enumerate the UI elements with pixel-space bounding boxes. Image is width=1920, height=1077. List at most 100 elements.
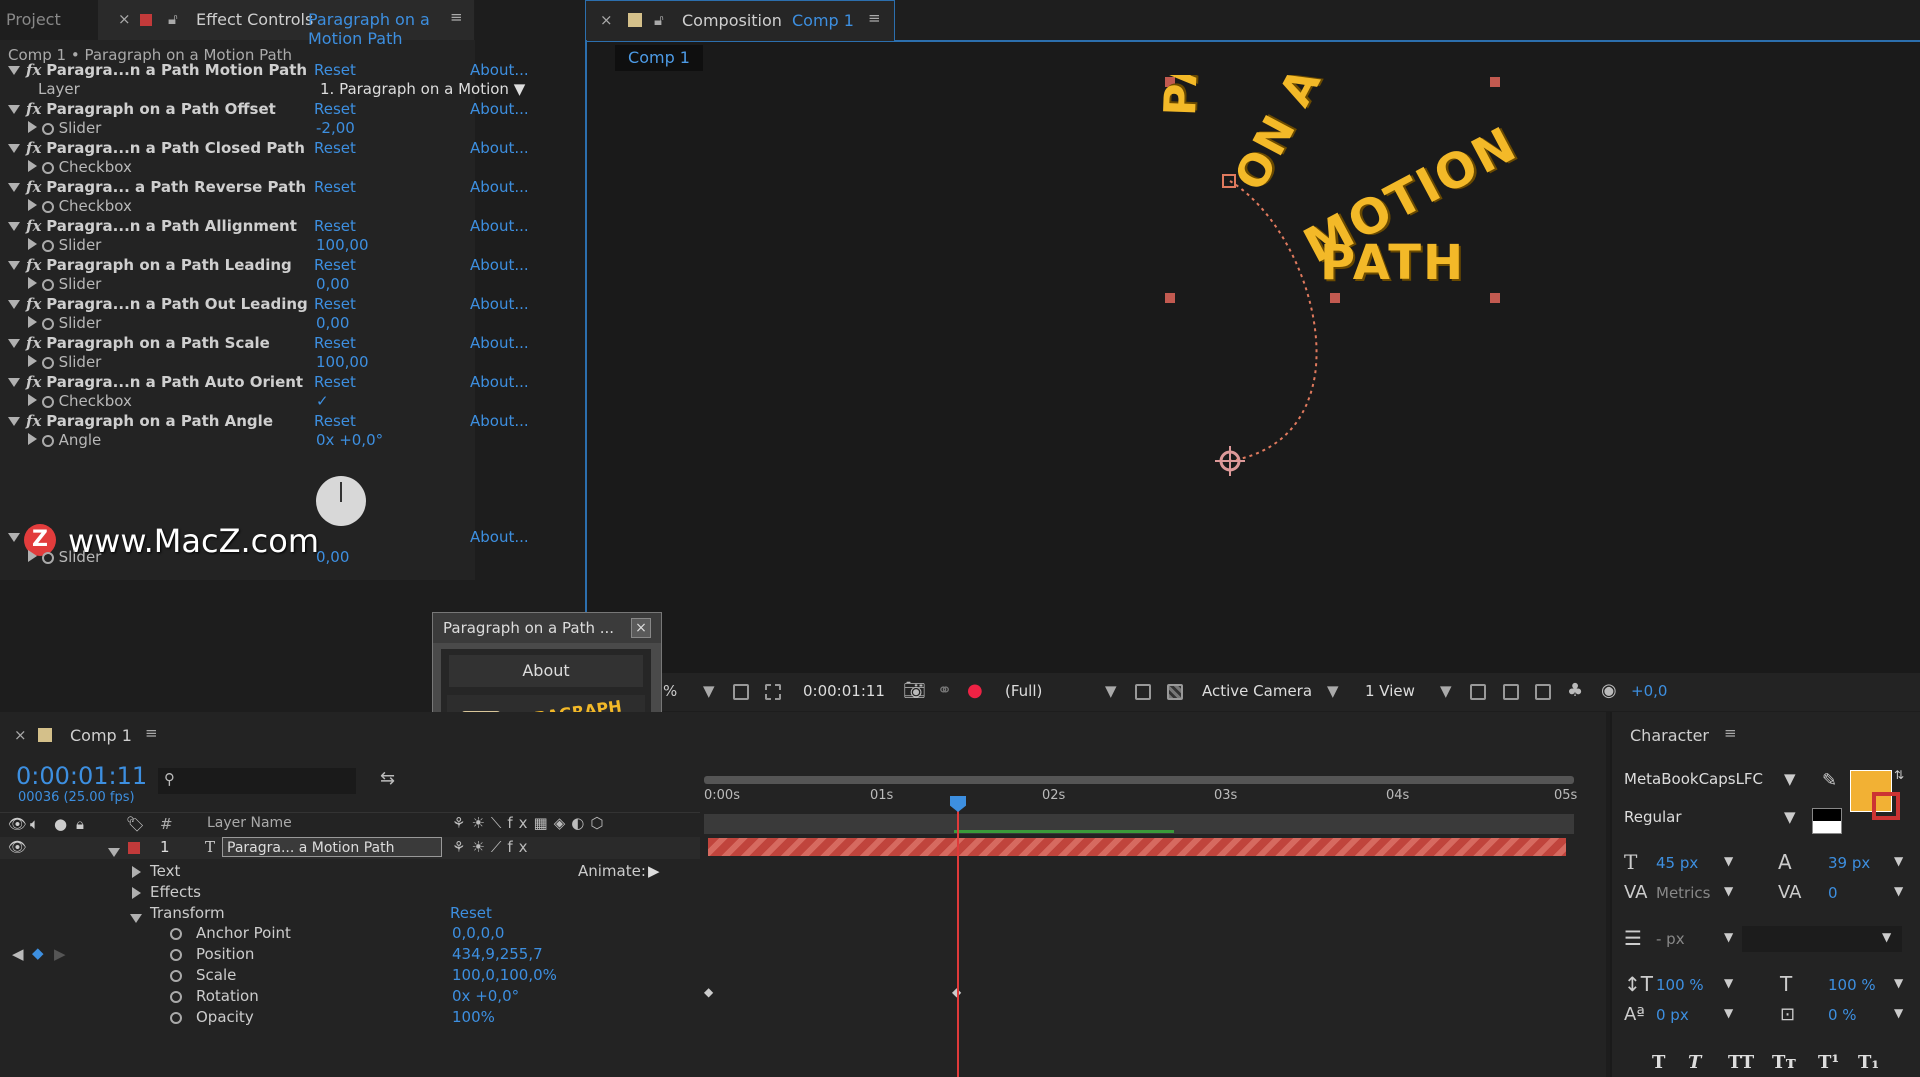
close-icon[interactable]: ×	[118, 10, 131, 28]
stopwatch-icon[interactable]	[41, 551, 54, 564]
show-snapshot-icon[interactable]: ⚭	[937, 680, 952, 701]
kerning-value[interactable]: Metrics	[1656, 884, 1710, 902]
property-value[interactable]: 100,00	[316, 353, 369, 372]
fx-icon[interactable]: fx	[26, 373, 41, 391]
stopwatch-icon[interactable]	[41, 356, 54, 369]
stopwatch-icon[interactable]	[41, 200, 54, 213]
timeline-current-time[interactable]: 0:00:01:11	[16, 762, 147, 790]
time-ruler[interactable]: 0:00s 01s 02s 03s 04s 05s	[704, 788, 1577, 814]
transparency-grid-icon[interactable]	[765, 684, 781, 700]
swap-colors-icon[interactable]: ⇅	[1894, 768, 1904, 782]
lock-icon[interactable]: 🔒︎	[76, 815, 84, 833]
layer-color-swatch[interactable]	[128, 842, 140, 854]
slider-value[interactable]: 0,00	[316, 548, 349, 567]
current-time[interactable]: 0:00:01:11	[803, 682, 885, 700]
property-value[interactable]: 0,00	[316, 314, 349, 333]
tracking-value[interactable]: 0	[1828, 884, 1838, 902]
effect-row[interactable]: fx Paragra...n a Path Motion Path Reset Ab…	[0, 61, 529, 80]
eye-icon[interactable]: 👁︎	[8, 815, 27, 833]
stopwatch-icon[interactable]	[41, 161, 54, 174]
layer-row[interactable]: 👁︎ 1 T Paragra... a Motion Path ⚘☀⟋fx	[0, 837, 700, 859]
lock-icon[interactable]: 🔓︎	[654, 11, 664, 29]
fx-icon[interactable]: fx	[26, 178, 41, 196]
stopwatch-icon[interactable]	[170, 1012, 182, 1024]
property-value[interactable]: 434,9,255,7	[452, 945, 543, 963]
composition-tab[interactable]: × 🔓︎ Composition Comp 1 ≡	[585, 0, 895, 41]
stopwatch-icon[interactable]	[170, 970, 182, 982]
layer-duration-bar[interactable]	[708, 838, 1566, 856]
snapshot-camera-icon[interactable]: 📷︎	[903, 680, 926, 701]
font-family-dropdown[interactable]: MetaBookCapsLFC ▼	[1624, 770, 1804, 796]
expand-triangle-icon[interactable]	[8, 222, 20, 231]
next-keyframe-icon[interactable]: ▶	[54, 945, 66, 963]
chevron-down-icon[interactable]: ▼	[1894, 976, 1903, 990]
comp-flowchart-icon[interactable]: ⇆	[380, 768, 395, 789]
about-link[interactable]: About...	[470, 139, 529, 158]
about-link[interactable]: About...	[470, 178, 529, 197]
chevron-down-icon[interactable]: ▼	[1894, 854, 1903, 868]
expand-triangle-icon[interactable]	[8, 533, 20, 542]
color-channel-icon[interactable]: ●	[967, 680, 983, 701]
property-value[interactable]: 0x +0,0°	[452, 987, 519, 1005]
toggle-pixel-aspect-icon[interactable]	[1470, 684, 1486, 700]
expand-triangle-icon[interactable]	[28, 121, 37, 133]
prev-keyframe-icon[interactable]: ◀	[12, 945, 24, 963]
fx-icon[interactable]: fx	[26, 61, 41, 79]
expand-triangle-icon[interactable]	[28, 550, 37, 562]
panel-menu-icon[interactable]: ≡	[1724, 724, 1737, 742]
faux-italic-button[interactable]: T	[1688, 1052, 1701, 1073]
subscript-button[interactable]: T₁	[1858, 1052, 1879, 1073]
stopwatch-icon[interactable]	[41, 395, 54, 408]
fx-icon[interactable]: fx	[26, 295, 41, 313]
baseline-shift-value[interactable]: 0 px	[1656, 1006, 1689, 1024]
effect-row[interactable]: fx Paragra...n a Path Out Leading Reset Ab…	[0, 295, 529, 314]
close-icon[interactable]: ×	[600, 11, 613, 29]
fx-icon[interactable]: fx	[26, 256, 41, 274]
chevron-down-icon[interactable]: ▼	[1724, 854, 1733, 868]
effects-group-row[interactable]: Effects	[0, 883, 700, 903]
camera-dropdown[interactable]: Active Camera	[1202, 682, 1312, 700]
time-graph[interactable]: 0:00s 01s 02s 03s 04s 05s ◆ ◆	[700, 760, 1580, 1077]
reset-link[interactable]: Reset	[314, 178, 356, 197]
about-link[interactable]: About...	[470, 100, 529, 119]
effect-row[interactable]: fx Paragra...n a Path Closed Path Reset Ab…	[0, 139, 529, 158]
leading-value[interactable]: 39 px	[1828, 854, 1870, 872]
resolution-dropdown[interactable]: (Full)	[1005, 682, 1042, 700]
fx-icon[interactable]: fx	[26, 217, 41, 235]
bounding-box-handle[interactable]	[1330, 293, 1340, 303]
audio-icon[interactable]: 🔈︎	[30, 815, 39, 833]
reset-link[interactable]: Reset	[314, 373, 356, 392]
fast-preview-icon[interactable]	[1503, 684, 1519, 700]
fx-icon[interactable]: fx	[26, 412, 41, 430]
animate-menu-icon[interactable]: ▶	[648, 862, 660, 880]
chevron-down-icon[interactable]: ▼	[1894, 884, 1903, 898]
zoom-dropdown[interactable]: %	[663, 682, 677, 700]
panel-menu-icon[interactable]: ≡	[450, 8, 463, 26]
font-style-dropdown[interactable]: Regular ▼	[1624, 808, 1804, 834]
effect-row-last[interactable]: About...	[0, 528, 529, 547]
transform-property-row[interactable]: Position 434,9,255,7	[0, 945, 700, 965]
chevron-down-icon[interactable]: ▼	[1724, 884, 1733, 898]
stopwatch-icon[interactable]	[170, 949, 182, 961]
eyedropper-icon[interactable]: ✎	[1822, 770, 1837, 791]
stopwatch-icon[interactable]	[41, 278, 54, 291]
expand-triangle-icon[interactable]	[28, 160, 37, 172]
about-link[interactable]: About...	[470, 412, 529, 431]
property-value[interactable]: -2,00	[316, 119, 355, 138]
fx-icon[interactable]: fx	[26, 100, 41, 118]
expand-triangle-icon[interactable]	[8, 417, 20, 426]
effect-row[interactable]: fx Paragraph on a Path Leading Reset About…	[0, 256, 529, 275]
transform-property-row[interactable]: Rotation 0x +0,0°	[0, 987, 700, 1007]
timeline-icon[interactable]	[1535, 684, 1551, 700]
transform-property-row[interactable]: Anchor Point 0,0,0,0	[0, 924, 700, 944]
tsume-value[interactable]: 0 %	[1828, 1006, 1857, 1024]
small-caps-button[interactable]: Tт	[1772, 1052, 1797, 1073]
property-value[interactable]: 0x +0,0°	[316, 431, 383, 450]
transform-reset-link[interactable]: Reset	[450, 904, 492, 922]
fast-previews-icon[interactable]	[1135, 684, 1151, 700]
panel-menu-icon[interactable]: ≡	[868, 9, 881, 27]
font-size-value[interactable]: 45 px	[1656, 854, 1698, 872]
expand-triangle-icon[interactable]	[8, 300, 20, 309]
reset-link[interactable]: Reset	[314, 256, 356, 275]
bounding-box-handle[interactable]	[1490, 293, 1500, 303]
